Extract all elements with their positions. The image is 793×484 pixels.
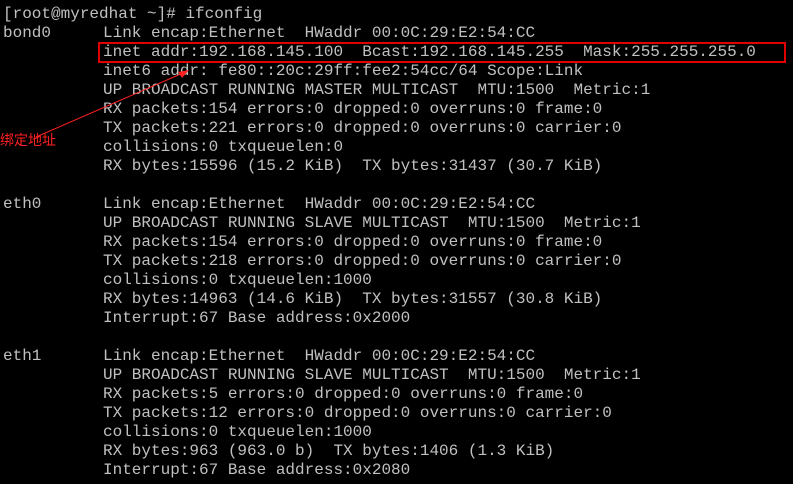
output-line: Link encap:Ethernet HWaddr 00:0C:29:E2:5… (103, 347, 536, 365)
output-line: UP BROADCAST RUNNING SLAVE MULTICAST MTU… (103, 214, 641, 232)
output-line: Interrupt:67 Base address:0x2000 (103, 309, 411, 327)
output-line: Interrupt:67 Base address:0x2080 (103, 461, 411, 479)
interface-name-eth0: eth0 (3, 195, 42, 213)
output-line: UP BROADCAST RUNNING SLAVE MULTICAST MTU… (103, 366, 641, 384)
interface-name-bond0: bond0 (3, 24, 52, 42)
output-line: collisions:0 txqueuelen:1000 (103, 271, 372, 289)
output-line: Link encap:Ethernet HWaddr 00:0C:29:E2:5… (103, 195, 536, 213)
output-line: RX packets:154 errors:0 dropped:0 overru… (103, 233, 603, 251)
output-line: TX packets:12 errors:0 dropped:0 overrun… (103, 404, 612, 422)
output-line: RX bytes:963 (963.0 b) TX bytes:1406 (1.… (103, 442, 555, 460)
interface-name-eth1: eth1 (3, 347, 42, 365)
output-line: collisions:0 txqueuelen:1000 (103, 423, 372, 441)
output-line: UP BROADCAST RUNNING MASTER MULTICAST MT… (103, 81, 651, 99)
output-line: TX packets:218 errors:0 dropped:0 overru… (103, 252, 622, 270)
terminal-window[interactable]: [root@myredhat ~]# ifconfig bond0 Link e… (0, 0, 793, 484)
output-line: RX packets:154 errors:0 dropped:0 overru… (103, 100, 603, 118)
output-line: TX packets:221 errors:0 dropped:0 overru… (103, 119, 622, 137)
output-line: RX bytes:14963 (14.6 KiB) TX bytes:31557… (103, 290, 603, 308)
inet-addr-highlight-box (98, 42, 786, 63)
output-line: RX bytes:15596 (15.2 KiB) TX bytes:31437… (103, 157, 603, 175)
output-line: RX packets:5 errors:0 dropped:0 overruns… (103, 385, 584, 403)
annotation-label: 绑定地址 (0, 133, 56, 149)
output-line: inet6 addr: fe80::20c:29ff:fee2:54cc/64 … (103, 62, 584, 80)
output-line: Link encap:Ethernet HWaddr 00:0C:29:E2:5… (103, 24, 536, 42)
command-prompt-line: [root@myredhat ~]# ifconfig (3, 5, 263, 23)
output-line: collisions:0 txqueuelen:0 (103, 138, 344, 156)
